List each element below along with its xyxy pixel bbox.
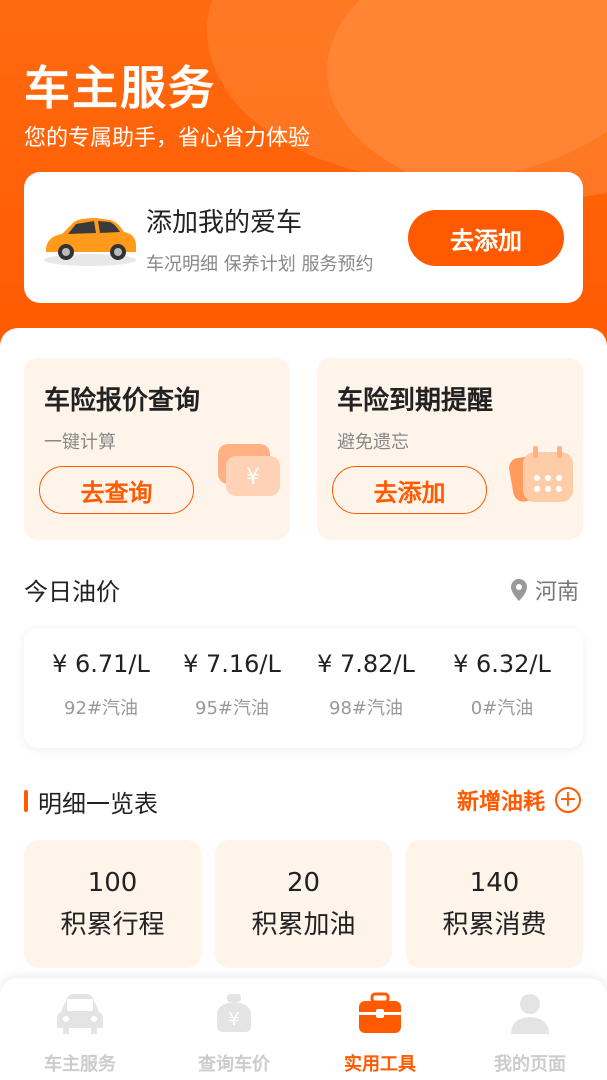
- oil-price-value: ¥ 6.32/L: [453, 650, 551, 678]
- oil-price-item: ¥ 7.16/L 95#汽油: [167, 650, 297, 720]
- oil-price-value: ¥ 6.71/L: [52, 650, 150, 678]
- oil-price-value: ¥ 7.16/L: [183, 650, 281, 678]
- add-car-card[interactable]: 添加我的爱车 车况明细 保养计划 服务预约 去添加: [24, 172, 583, 303]
- location-selector[interactable]: 河南: [510, 574, 579, 606]
- stat-value: 140: [469, 868, 520, 898]
- main-content: 车险报价查询 一键计算 去查询 ¥ 车险到期提醒 避免遗忘 去添加 今日油价 河…: [0, 328, 607, 1028]
- insurance-reminder-subtitle: 避免遗忘: [337, 432, 409, 453]
- tab-label: 实用工具: [344, 1054, 416, 1075]
- page-title: 车主服务: [24, 61, 216, 115]
- query-button[interactable]: 去查询: [39, 466, 194, 514]
- location-label: 河南: [534, 580, 579, 605]
- oil-price-card: ¥ 6.71/L 92#汽油 ¥ 7.16/L 95#汽油 ¥ 7.82/L 9…: [24, 628, 583, 748]
- oil-price-item: ¥ 7.82/L 98#汽油: [301, 650, 431, 720]
- location-pin-icon: [510, 579, 527, 601]
- stat-value: 20: [286, 868, 321, 898]
- stat-label: 积累行程: [60, 910, 165, 940]
- toolbox-icon: [359, 992, 401, 1033]
- section-accent-bar: [24, 790, 28, 812]
- insurance-quote-subtitle: 一键计算: [44, 432, 116, 453]
- svg-text:¥: ¥: [246, 465, 260, 490]
- svg-text:¥: ¥: [228, 1009, 239, 1030]
- car-icon: [44, 218, 136, 266]
- calendar-icon: [509, 446, 573, 502]
- tab-label: 查询车价: [198, 1054, 270, 1075]
- plus-icon: +: [555, 787, 581, 813]
- oil-price-item: ¥ 6.32/L 0#汽油: [437, 650, 567, 720]
- add-fuel-consumption-label: 新增油耗: [456, 790, 545, 815]
- tab-my-page[interactable]: 我的页面: [460, 992, 600, 1076]
- add-fuel-consumption-button[interactable]: 新增油耗 +: [457, 784, 581, 816]
- tab-tools[interactable]: 实用工具: [310, 992, 450, 1076]
- stat-value: 100: [87, 868, 138, 898]
- tab-label: 我的页面: [494, 1054, 566, 1075]
- tab-car-price[interactable]: ¥ 查询车价: [164, 992, 304, 1076]
- insurance-quote-title: 车险报价查询: [44, 386, 201, 416]
- stat-total-mileage[interactable]: 100 积累行程: [24, 840, 201, 968]
- header: 车主服务 您的专属助手，省心省力体验 添加我的爱车 车况明细 保养计划 服务预约…: [0, 0, 607, 360]
- tab-car-service[interactable]: 车主服务: [10, 992, 150, 1076]
- stat-total-refuel[interactable]: 20 积累加油: [215, 840, 392, 968]
- add-car-button[interactable]: 去添加: [408, 210, 564, 266]
- add-car-subtitle: 车况明细 保养计划 服务预约: [146, 254, 374, 275]
- yuan-card-icon: ¥: [218, 444, 280, 496]
- stat-label: 积累加油: [251, 910, 356, 940]
- insurance-reminder-card[interactable]: 车险到期提醒 避免遗忘 去添加: [317, 358, 583, 540]
- add-reminder-button[interactable]: 去添加: [332, 466, 487, 514]
- tab-label: 车主服务: [44, 1054, 116, 1075]
- add-car-title: 添加我的爱车: [146, 208, 303, 238]
- page-subtitle: 您的专属助手，省心省力体验: [24, 126, 311, 151]
- insurance-quote-card[interactable]: 车险报价查询 一键计算 去查询 ¥: [24, 358, 290, 540]
- oil-price-item: ¥ 6.71/L 92#汽油: [36, 650, 166, 720]
- price-tag-icon: ¥: [217, 994, 251, 1032]
- stat-total-spend[interactable]: 140 积累消费: [406, 840, 583, 968]
- stat-label: 积累消费: [442, 910, 547, 940]
- oil-type-label: 0#汽油: [470, 698, 534, 719]
- insurance-reminder-title: 车险到期提醒: [337, 386, 494, 416]
- detail-title: 明细一览表: [38, 790, 158, 818]
- oil-type-label: 92#汽油: [64, 698, 138, 719]
- oil-type-label: 98#汽油: [329, 698, 403, 719]
- oil-type-label: 95#汽油: [195, 698, 269, 719]
- oil-price-value: ¥ 7.82/L: [317, 650, 415, 678]
- oil-price-title: 今日油价: [24, 578, 120, 606]
- user-icon: [511, 994, 549, 1034]
- bottom-tab-bar: 车主服务 ¥ 查询车价 实用工具 我的页面: [0, 978, 607, 1080]
- car-front-icon: [57, 994, 103, 1034]
